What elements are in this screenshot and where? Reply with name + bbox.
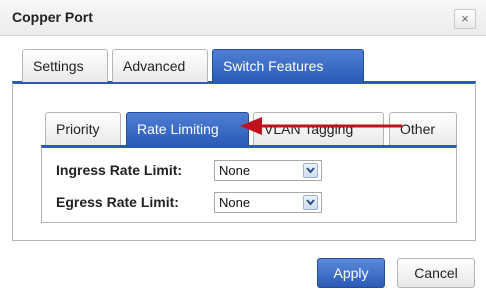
dialog-titlebar: Copper Port × <box>0 0 486 36</box>
egress-rate-limit-select[interactable]: None <box>214 192 322 213</box>
tab-rate-limiting[interactable]: Rate Limiting <box>126 112 249 146</box>
tab-other[interactable]: Other <box>389 112 457 145</box>
tab-settings[interactable]: Settings <box>22 49 108 82</box>
apply-button[interactable]: Apply <box>317 258 385 288</box>
egress-rate-limit-value: None <box>219 195 251 210</box>
close-button[interactable]: × <box>454 9 476 29</box>
dialog-title: Copper Port <box>12 9 93 25</box>
tab-advanced[interactable]: Advanced <box>112 49 208 82</box>
tab-priority-label: Priority <box>56 121 100 137</box>
chevron-down-icon <box>303 163 318 178</box>
cancel-button[interactable]: Cancel <box>397 258 475 288</box>
ingress-rate-limit-label: Ingress Rate Limit: <box>56 162 183 178</box>
tab-priority[interactable]: Priority <box>45 112 121 145</box>
apply-button-label: Apply <box>333 265 369 281</box>
egress-rate-limit-label: Egress Rate Limit: <box>56 194 179 210</box>
tab-other-label: Other <box>400 121 436 137</box>
cancel-button-label: Cancel <box>414 265 458 281</box>
tab-settings-label: Settings <box>33 58 84 74</box>
chevron-down-icon <box>303 195 318 210</box>
tab-rate-limiting-label: Rate Limiting <box>137 121 219 137</box>
ingress-rate-limit-select[interactable]: None <box>214 160 322 181</box>
tab-vlan-tagging-label: VLAN Tagging <box>264 121 354 137</box>
tab-switch-features[interactable]: Switch Features <box>212 49 364 83</box>
tab-switch-features-label: Switch Features <box>223 58 324 74</box>
tab-vlan-tagging[interactable]: VLAN Tagging <box>253 112 384 145</box>
tab-advanced-label: Advanced <box>123 58 186 74</box>
ingress-rate-limit-value: None <box>219 163 251 178</box>
copper-port-dialog: Copper Port × Settings Advanced Switch F… <box>0 0 486 297</box>
close-icon: × <box>461 11 469 26</box>
